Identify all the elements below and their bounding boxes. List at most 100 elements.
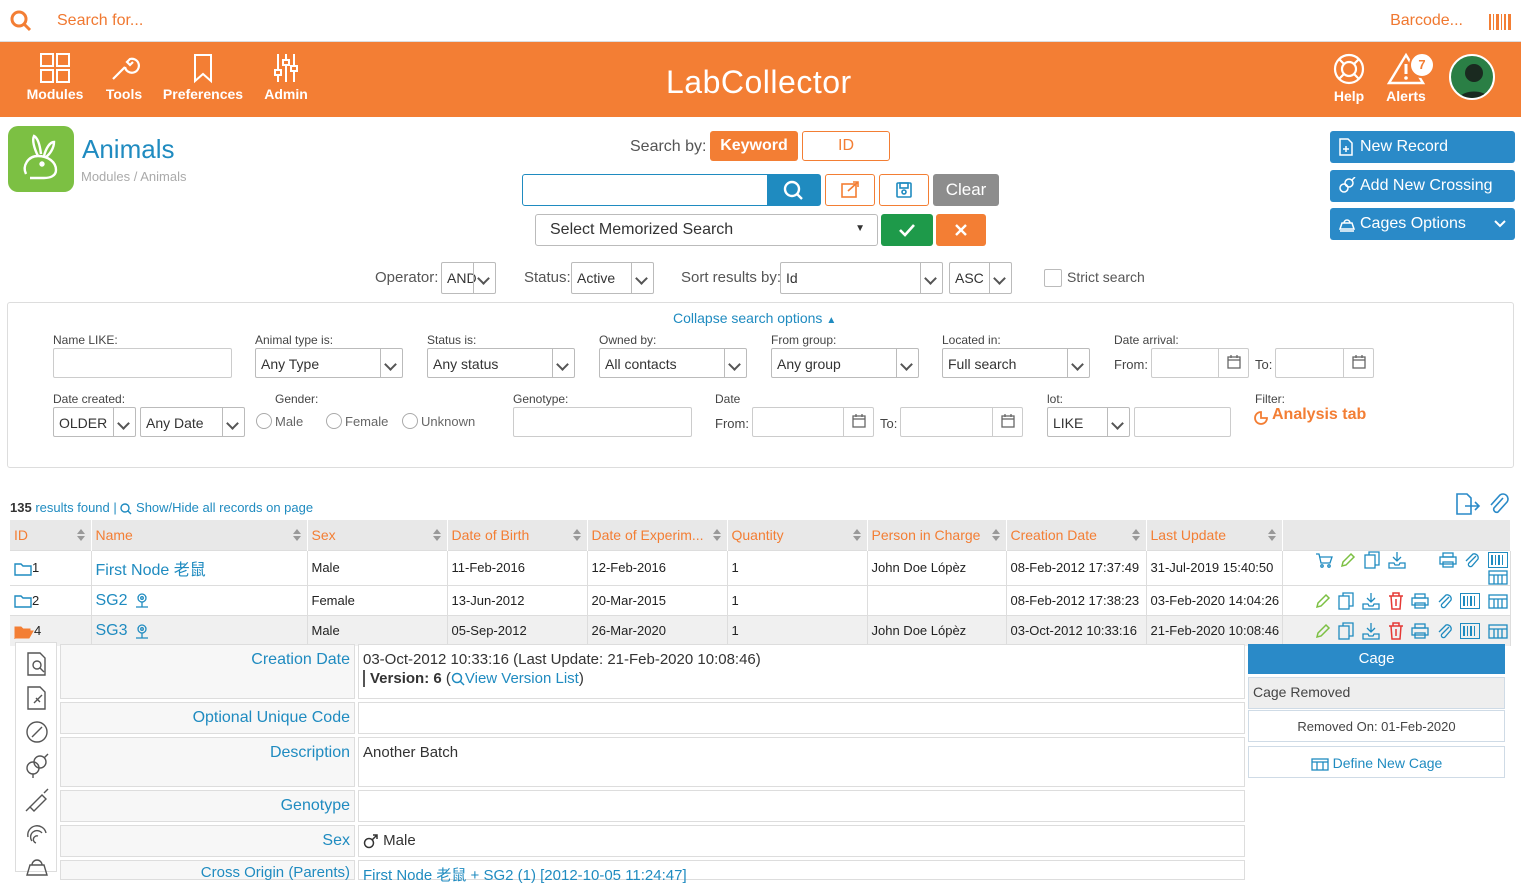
column-header-dob[interactable]: Date of Birth — [447, 520, 588, 550]
genotype-input[interactable] — [513, 407, 692, 437]
copy-icon[interactable] — [1338, 591, 1354, 610]
show-hide-records-link[interactable]: Show/Hide all records on page — [136, 500, 313, 515]
sort-icon[interactable] — [991, 529, 1000, 541]
breadcrumb[interactable]: Modules / Animals — [81, 169, 187, 184]
paperclip-icon[interactable] — [1437, 593, 1453, 609]
name-link[interactable]: First Node 老鼠 — [96, 562, 206, 579]
sort-icon[interactable] — [292, 529, 301, 541]
cages-options-button[interactable]: Cages Options — [1330, 208, 1515, 240]
column-header-id[interactable]: ID — [10, 520, 92, 550]
from-group-select[interactable]: Any group — [771, 348, 919, 378]
gender-unknown-radio[interactable] — [402, 413, 418, 429]
no-entry-icon[interactable] — [24, 719, 50, 745]
global-search-input[interactable]: Search for... — [57, 12, 143, 30]
nav-help[interactable]: Help — [1329, 52, 1369, 104]
cross-origin-value[interactable]: First Node 老鼠 + SG2 (1) [2012-10-05 11:2… — [358, 860, 1245, 884]
search-button[interactable] — [767, 174, 821, 206]
cage-icon[interactable] — [1488, 569, 1508, 585]
barcode-icon[interactable] — [1488, 551, 1508, 568]
column-header-name[interactable]: Name — [91, 520, 308, 550]
date-created-mode-select[interactable]: OLDER — [53, 407, 136, 437]
id-cell[interactable]: 1 — [10, 549, 92, 586]
search-icon[interactable] — [10, 10, 32, 32]
arrival-to-input[interactable] — [1275, 348, 1374, 378]
id-search-tab[interactable]: ID — [802, 131, 890, 161]
keyword-search-tab[interactable]: Keyword — [710, 131, 798, 161]
column-header-experiment[interactable]: Date of Experim... — [587, 520, 728, 550]
arrival-from-input[interactable] — [1151, 348, 1249, 378]
new-record-button[interactable]: New Record — [1330, 131, 1515, 163]
save-search-button[interactable] — [879, 174, 929, 206]
sort-icon[interactable] — [852, 529, 861, 541]
analysis-tab-link[interactable]: Analysis tab — [1272, 406, 1366, 424]
barcode-icon[interactable] — [1460, 592, 1481, 609]
edit-icon[interactable] — [1340, 552, 1356, 568]
owned-by-select[interactable]: All contacts — [599, 348, 747, 378]
sort-field-select[interactable]: Id — [780, 262, 943, 294]
copy-icon[interactable] — [1338, 622, 1354, 640]
column-header-sex[interactable]: Sex — [307, 520, 448, 550]
name-cell[interactable]: SG2 — [91, 585, 308, 616]
lot-mode-select[interactable]: LIKE — [1047, 407, 1130, 437]
edit-icon[interactable] — [1315, 623, 1331, 639]
table-row[interactable]: 1 First Node 老鼠 Male 11-Feb-2016 12-Feb-… — [10, 549, 1511, 586]
sort-order-select[interactable]: ASC — [949, 262, 1012, 294]
calendar-icon[interactable] — [1218, 349, 1248, 377]
apply-memorized-button[interactable] — [881, 214, 933, 246]
paperclip-icon[interactable] — [1464, 552, 1480, 568]
copy-icon[interactable] — [1364, 550, 1380, 569]
paperclip-icon[interactable] — [1487, 492, 1509, 516]
export-search-button[interactable] — [825, 174, 875, 206]
print-icon[interactable] — [1439, 551, 1457, 568]
trash-icon[interactable] — [1388, 622, 1404, 640]
keyword-input[interactable] — [522, 174, 768, 206]
clear-button[interactable]: Clear — [933, 174, 999, 206]
nav-admin[interactable]: Admin — [262, 52, 310, 102]
folder-open-icon[interactable] — [14, 625, 34, 639]
nav-modules[interactable]: Modules — [26, 52, 84, 102]
location-icon[interactable] — [134, 623, 150, 639]
cart-icon[interactable] — [1315, 552, 1333, 568]
lot-input[interactable] — [1134, 407, 1231, 437]
operator-select[interactable]: AND — [441, 262, 496, 294]
sort-icon[interactable] — [1267, 529, 1276, 541]
sort-icon[interactable] — [432, 529, 441, 541]
column-header-update[interactable]: Last Update — [1146, 520, 1283, 550]
fingerprint-icon[interactable] — [24, 821, 50, 847]
name-link[interactable]: SG2 — [96, 592, 128, 609]
barcode-icon[interactable] — [1460, 622, 1481, 639]
trash-icon[interactable] — [1388, 591, 1404, 610]
column-header-person[interactable]: Person in Charge — [867, 520, 1007, 550]
column-header-quantity[interactable]: Quantity — [727, 520, 868, 550]
cage-icon[interactable] — [24, 855, 50, 881]
download-icon[interactable] — [1387, 551, 1406, 569]
view-details-icon[interactable] — [24, 651, 50, 677]
name-cell[interactable]: First Node 老鼠 — [91, 549, 308, 586]
view-version-list-link[interactable]: View Version List — [465, 670, 579, 687]
print-icon[interactable] — [1411, 592, 1429, 609]
collapse-search-options[interactable]: Collapse search options ▲ — [673, 310, 836, 326]
download-icon[interactable] — [1362, 622, 1380, 640]
column-header-creation[interactable]: Creation Date — [1006, 520, 1147, 550]
define-new-cage-button[interactable]: Define New Cage — [1248, 746, 1505, 778]
syringe-icon[interactable] — [24, 787, 50, 813]
folder-icon[interactable] — [14, 562, 32, 576]
add-crossing-button[interactable]: Add New Crossing — [1330, 170, 1515, 202]
nav-preferences[interactable]: Preferences — [161, 52, 245, 102]
download-icon[interactable] — [1362, 592, 1380, 610]
nav-tools[interactable]: Tools — [104, 52, 144, 102]
sort-icon[interactable] — [572, 529, 581, 541]
date-to-input[interactable] — [900, 407, 1023, 437]
calendar-icon[interactable] — [1343, 349, 1373, 377]
located-in-select[interactable]: Full search — [942, 348, 1090, 378]
print-icon[interactable] — [1411, 623, 1429, 639]
table-row[interactable]: 2 SG2 Female 13-Jun-2012 20-Mar-2015 1 0… — [10, 585, 1511, 616]
barcode-icon[interactable] — [1489, 14, 1511, 30]
sort-icon[interactable] — [76, 529, 85, 541]
location-icon[interactable] — [134, 592, 150, 608]
labcollector-logo[interactable]: LabCollector — [666, 64, 852, 101]
calendar-icon[interactable] — [843, 408, 873, 436]
paperclip-icon[interactable] — [1437, 623, 1453, 639]
document-edit-icon[interactable] — [24, 685, 50, 711]
name-like-input[interactable] — [53, 348, 232, 378]
